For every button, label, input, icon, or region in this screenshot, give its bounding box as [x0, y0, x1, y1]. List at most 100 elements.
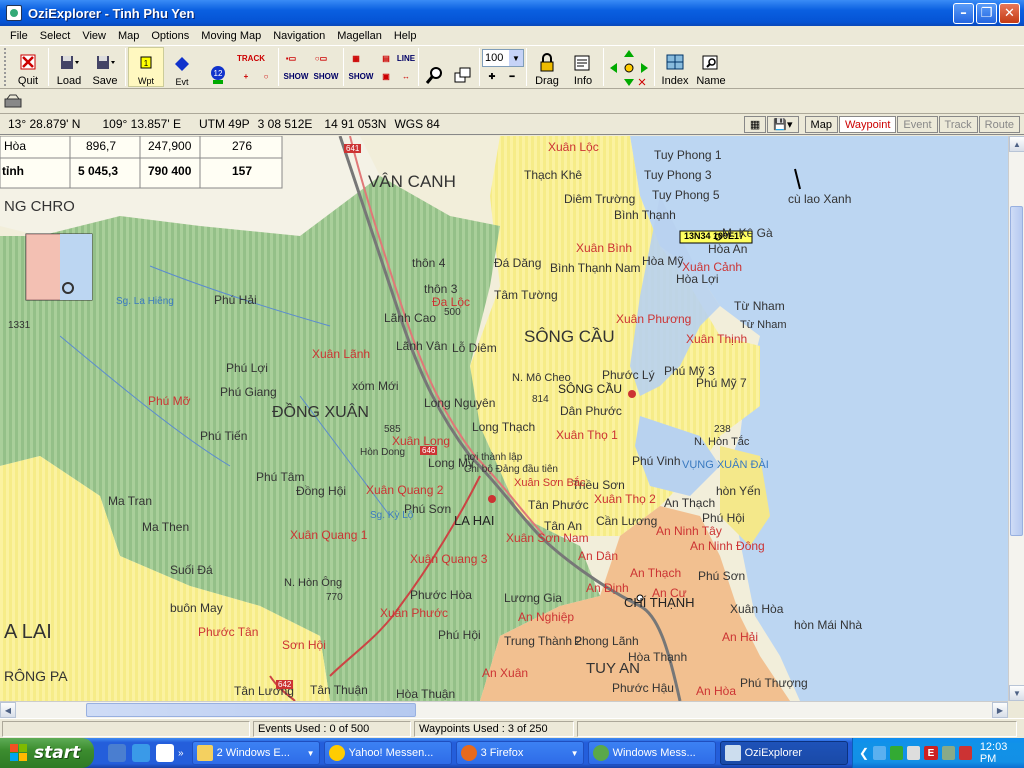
- menu-navigation[interactable]: Navigation: [267, 30, 331, 42]
- save-button[interactable]: Save: [87, 47, 123, 87]
- quicklaunch-more-icon[interactable]: »: [178, 748, 184, 759]
- map-canvas[interactable]: [0, 136, 1008, 701]
- vertical-scrollbar[interactable]: ▲ ▼: [1008, 136, 1024, 701]
- mode-track[interactable]: Track: [938, 116, 978, 133]
- windows-icon: [454, 67, 471, 83]
- save-disk-button[interactable]: 💾▾: [767, 116, 799, 133]
- waypoint-button[interactable]: 1 Wpt: [128, 47, 164, 87]
- task-label: 2 Windows E...: [216, 747, 290, 759]
- scroll-right-icon[interactable]: ▶: [992, 702, 1008, 718]
- secondary-toolbar: [0, 89, 1024, 114]
- close-button[interactable]: ✕: [999, 2, 1020, 24]
- task-windows-explorer[interactable]: 2 Windows E... ▼: [191, 741, 320, 765]
- menu-map[interactable]: Map: [112, 30, 145, 42]
- zoom-tool-button[interactable]: [421, 47, 449, 87]
- mode-event[interactable]: Event: [897, 116, 938, 133]
- level-icon[interactable]: ▣: [376, 67, 396, 85]
- start-button[interactable]: start: [0, 738, 94, 768]
- menu-options[interactable]: Options: [145, 30, 195, 42]
- show-button-1[interactable]: SHOW: [281, 67, 311, 85]
- show-button-2[interactable]: SHOW: [311, 67, 341, 85]
- zoom-select[interactable]: 100 ▼: [482, 49, 524, 67]
- toolbar-grip[interactable]: [4, 48, 8, 86]
- name-search-button[interactable]: Name: [693, 47, 729, 87]
- route-icon[interactable]: ▪▭: [281, 49, 301, 67]
- show-tools-2: ○▭ SHOW: [311, 47, 341, 87]
- drag-button[interactable]: Drag: [529, 47, 565, 87]
- messenger-icon: [592, 745, 609, 761]
- minimize-button[interactable]: –: [953, 2, 974, 24]
- quit-button[interactable]: Quit: [10, 47, 46, 87]
- menu-moving-map[interactable]: Moving Map: [195, 30, 267, 42]
- map-tools-icon[interactable]: [4, 93, 22, 109]
- town-marker: [628, 390, 636, 398]
- tray-expand-icon[interactable]: ❮: [859, 746, 869, 760]
- windows-button[interactable]: [449, 47, 477, 87]
- task-windows-messenger[interactable]: Windows Mess...: [587, 741, 716, 765]
- horizontal-scrollbar[interactable]: ◀ ▶: [0, 701, 1008, 718]
- network-icon[interactable]: [873, 746, 887, 760]
- app-icon[interactable]: [6, 5, 22, 21]
- scroll-up-icon[interactable]: ▲: [1009, 136, 1024, 152]
- folder-icon: [196, 745, 213, 761]
- pan-control[interactable]: [606, 47, 652, 87]
- show-button-3[interactable]: SHOW: [346, 67, 376, 85]
- volume-icon[interactable]: [907, 746, 921, 760]
- menu-file[interactable]: File: [4, 30, 34, 42]
- menu-magellan[interactable]: Magellan: [331, 30, 388, 42]
- track-button[interactable]: TRACK: [236, 49, 266, 67]
- plus-icon[interactable]: +: [236, 67, 256, 85]
- scroll-down-icon[interactable]: ▼: [1009, 685, 1024, 701]
- lock-icon[interactable]: [958, 746, 972, 760]
- zoom-in-icon[interactable]: ✚: [482, 67, 502, 85]
- mode-route[interactable]: Route: [978, 116, 1020, 133]
- event-button[interactable]: Evt: [164, 47, 200, 87]
- window-title: OziExplorer - Tinh Phu Yen: [28, 5, 195, 21]
- maximize-button[interactable]: ❐: [976, 2, 997, 24]
- scroll-left-icon[interactable]: ◀: [0, 702, 16, 718]
- circle-icon[interactable]: ○: [256, 67, 276, 85]
- e-icon[interactable]: E: [924, 746, 938, 760]
- map-grid-icon[interactable]: ▦: [346, 49, 366, 67]
- quit-label: Quit: [17, 75, 39, 87]
- svg-text:1: 1: [144, 59, 149, 68]
- task-firefox[interactable]: 3 Firefox ▼: [455, 741, 584, 765]
- task-oziexplorer[interactable]: OziExplorer: [719, 741, 848, 765]
- route-dots-icon[interactable]: ○▭: [311, 49, 331, 67]
- horizontal-scroll-thumb[interactable]: [86, 703, 416, 717]
- index-button[interactable]: Index: [657, 47, 693, 87]
- quicklaunch-desktop-icon[interactable]: [156, 744, 174, 762]
- waypoint-label: Wpt: [137, 76, 154, 86]
- map-icon-button[interactable]: ▦: [743, 116, 767, 133]
- load-button[interactable]: Load: [51, 47, 87, 87]
- map-view[interactable]: Hòa 896,7 247,900 276 tỉnh 5 045,3 790 4…: [0, 136, 1008, 701]
- layers-icon[interactable]: ▤: [376, 49, 396, 67]
- menu-bar: File Select View Map Options Moving Map …: [0, 26, 1024, 45]
- mode-map[interactable]: Map: [804, 116, 838, 133]
- waypoint-icon: 1: [140, 56, 152, 69]
- mode-waypoint[interactable]: Waypoint: [838, 116, 897, 133]
- title-bar[interactable]: OziExplorer - Tinh Phu Yen – ❐ ✕: [0, 0, 1024, 26]
- line-button[interactable]: LINE: [396, 49, 416, 67]
- menu-select[interactable]: Select: [34, 30, 77, 42]
- info-icon: [574, 55, 590, 71]
- waypoint-count-button[interactable]: 12: [200, 47, 236, 87]
- width-icon[interactable]: ↔: [396, 67, 416, 85]
- messenger-tray-icon[interactable]: [890, 746, 904, 760]
- smiley-icon: [328, 745, 345, 761]
- info-button[interactable]: Info: [565, 47, 601, 87]
- coordinate-bar: 13° 28.879' N 109° 13.857' E UTM 49P 3 0…: [0, 114, 1024, 135]
- task-label: Yahoo! Messen...: [348, 747, 434, 759]
- mode-buttons: ▦ 💾▾ Map Waypoint Event Track Route: [743, 116, 1020, 133]
- quicklaunch-ie-icon[interactable]: [132, 744, 150, 762]
- chevron-down-icon[interactable]: ▼: [509, 50, 523, 66]
- quicklaunch-explorer-icon[interactable]: [108, 744, 126, 762]
- zoom-out-icon[interactable]: ━: [502, 67, 522, 85]
- task-yahoo-messenger[interactable]: Yahoo! Messen...: [323, 741, 452, 765]
- menu-view[interactable]: View: [76, 30, 112, 42]
- waypoint-marker-tag[interactable]: [679, 230, 753, 244]
- vertical-scroll-thumb[interactable]: [1010, 206, 1023, 536]
- menu-help[interactable]: Help: [388, 30, 423, 42]
- security-icon[interactable]: [941, 746, 955, 760]
- lock-icon: [540, 53, 554, 72]
